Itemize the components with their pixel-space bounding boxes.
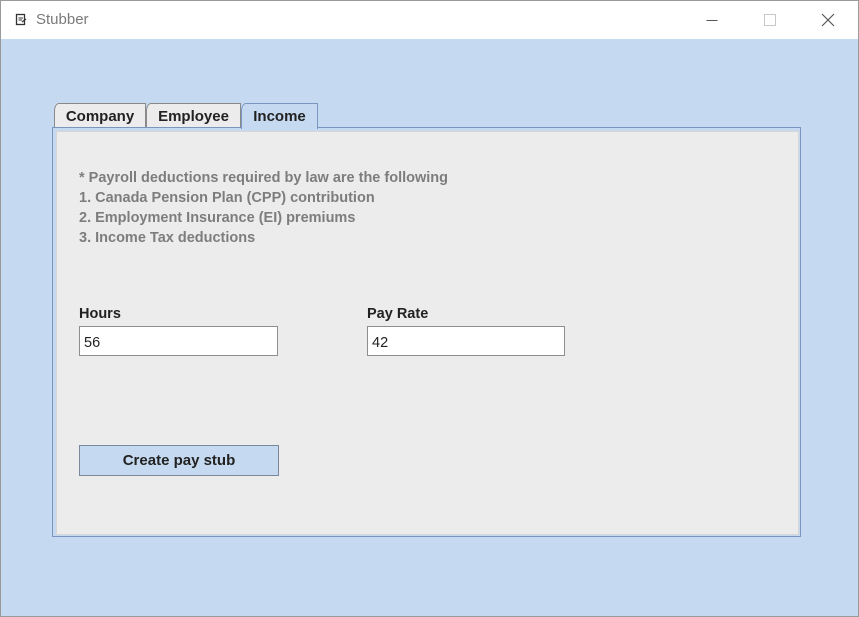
close-icon [821, 13, 835, 27]
maximize-icon [764, 14, 776, 26]
pay-rate-input[interactable] [367, 326, 565, 356]
tab-income[interactable]: Income [241, 103, 318, 129]
deductions-note-cpp: 1. Canada Pension Plan (CPP) contributio… [79, 190, 375, 206]
window-title: Stubber [36, 11, 89, 28]
pay-rate-label: Pay Rate [367, 306, 429, 322]
maximize-button[interactable] [741, 1, 799, 39]
title-bar[interactable]: Stubber [1, 1, 858, 39]
hours-input[interactable] [79, 326, 278, 356]
minimize-button[interactable] [683, 1, 741, 39]
minimize-icon [706, 14, 718, 26]
deductions-note-heading: * Payroll deductions required by law are… [79, 170, 449, 186]
tab-employee[interactable]: Employee [146, 103, 241, 128]
create-pay-stub-button[interactable]: Create pay stub [79, 445, 279, 476]
close-button[interactable] [799, 1, 857, 39]
deductions-note-ei: 2. Employment Insurance (EI) premiums [79, 210, 356, 226]
app-icon [15, 13, 27, 26]
tab-company[interactable]: Company [54, 103, 146, 128]
app-window: Stubber Company Employee Income * Payrol… [0, 0, 859, 617]
hours-label: Hours [79, 306, 121, 322]
deductions-note-tax: 3. Income Tax deductions [79, 230, 256, 246]
